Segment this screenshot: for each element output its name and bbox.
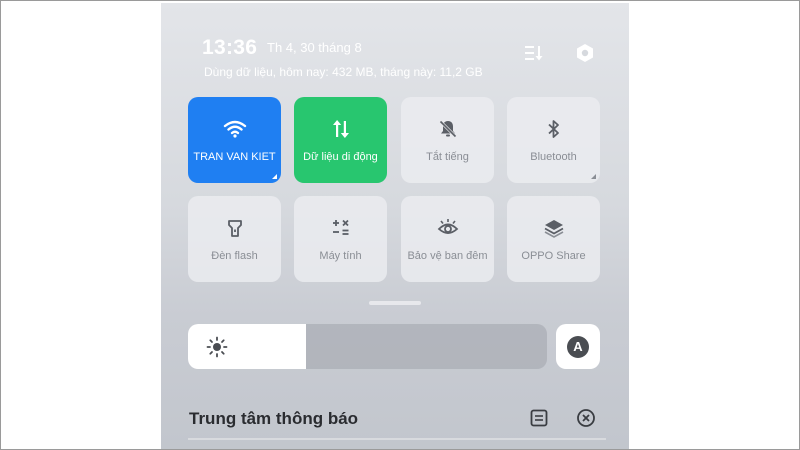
- clock: 13:36: [202, 36, 258, 59]
- wifi-icon: [223, 117, 247, 141]
- settings-icon[interactable]: [573, 41, 597, 65]
- tile-label: Đèn flash: [211, 250, 258, 262]
- notification-settings-icon[interactable]: [528, 407, 550, 429]
- auto-brightness-button[interactable]: A: [556, 324, 600, 369]
- screenshot-frame: 13:36 Th 4, 30 tháng 8 Dùng dữ liệu, hôm…: [0, 0, 800, 450]
- tile-wifi[interactable]: TRAN VAN KIET: [188, 97, 281, 183]
- tile-label: Dữ liệu di động: [303, 151, 378, 163]
- eye-icon: [436, 216, 460, 240]
- tile-label: Bluetooth: [530, 151, 577, 163]
- tile-bluetooth[interactable]: Bluetooth: [507, 97, 600, 183]
- data-usage-label: Dùng dữ liệu, hôm nay: 432 MB, tháng này…: [204, 65, 483, 79]
- clear-notifications-icon[interactable]: [575, 407, 597, 429]
- auto-brightness-icon: A: [567, 335, 589, 358]
- expand-corner-indicator: [272, 174, 277, 179]
- expand-corner-indicator: [591, 174, 596, 179]
- quick-settings-panel: 13:36 Th 4, 30 tháng 8 Dùng dữ liệu, hôm…: [161, 3, 629, 449]
- tile-label: Bảo vệ ban đêm: [407, 250, 488, 262]
- tile-label: Máy tính: [319, 250, 362, 262]
- flashlight-icon: [223, 216, 247, 240]
- notification-center-title: Trung tâm thông báo: [189, 409, 359, 428]
- tile-night-protection[interactable]: Bảo vệ ban đêm: [401, 196, 494, 282]
- mobile-data-icon: [329, 117, 353, 141]
- calculator-icon: [329, 216, 353, 240]
- tile-label: TRAN VAN KIET: [193, 151, 276, 163]
- notification-divider: [188, 438, 606, 440]
- tile-label: OPPO Share: [521, 250, 586, 262]
- tile-flashlight[interactable]: Đèn flash: [188, 196, 281, 282]
- panel-drag-handle[interactable]: [369, 301, 421, 305]
- tile-label: Tắt tiếng: [426, 151, 469, 163]
- tile-mute[interactable]: Tắt tiếng: [401, 97, 494, 183]
- date-label: Th 4, 30 tháng 8: [267, 40, 362, 55]
- bluetooth-icon: [542, 117, 566, 141]
- oppo-share-icon: [542, 216, 566, 240]
- sun-icon: [206, 336, 228, 358]
- tile-calculator[interactable]: Máy tính: [294, 196, 387, 282]
- tile-mobile-data[interactable]: Dữ liệu di động: [294, 97, 387, 183]
- brightness-slider[interactable]: [188, 324, 547, 369]
- mute-bell-icon: [436, 117, 460, 141]
- edit-tiles-icon[interactable]: [521, 41, 545, 65]
- tile-oppo-share[interactable]: OPPO Share: [507, 196, 600, 282]
